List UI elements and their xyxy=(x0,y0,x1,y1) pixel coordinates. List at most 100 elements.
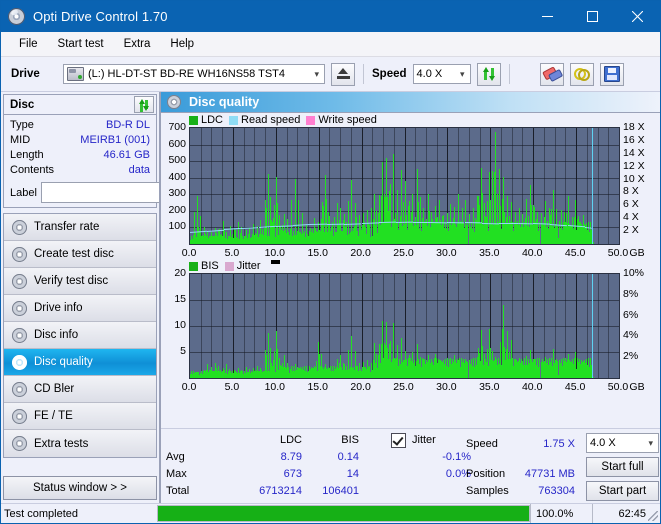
y-tick-label: 500 xyxy=(168,154,186,167)
menu-help[interactable]: Help xyxy=(160,35,204,53)
sidebar-item-drive-info[interactable]: Drive info xyxy=(4,295,156,322)
test-speed-value: 4.0 X xyxy=(590,437,616,449)
disc-panel-header: Disc xyxy=(4,95,156,115)
chart-top-xaxis: 0.0 5.0 10.0 15.0 20.0 25.0 30.0 35.0 40.0 45.0 50… xyxy=(182,245,645,259)
chart-bottom-plot[interactable] xyxy=(189,273,620,379)
y-tick-label: 5 xyxy=(180,345,186,357)
disc-icon xyxy=(12,219,27,235)
refresh-button[interactable] xyxy=(476,62,501,86)
legend-write-speed: Write speed xyxy=(306,114,377,126)
sidebar-item-label: CD Bler xyxy=(34,383,75,395)
disc-icon xyxy=(12,273,27,289)
disc-refresh-button[interactable] xyxy=(134,96,154,113)
legend-label: Write speed xyxy=(318,114,377,126)
stats-jitter-max: 0.0% xyxy=(445,468,471,480)
disc-panel: Disc Type BD-R DL MID MEIRB1 (001) Lengt… xyxy=(3,94,246,208)
chevron-down-icon: ▾ xyxy=(459,68,465,79)
legend-bis: BIS xyxy=(189,260,219,272)
stats-samples-label: Samples xyxy=(466,485,509,497)
menu-extra[interactable]: Extra xyxy=(114,35,161,53)
sidebar-item-label: Disc quality xyxy=(34,356,93,368)
y-tick-label: 200 xyxy=(168,203,186,216)
sidebar-item-label: Verify test disc xyxy=(34,275,109,287)
start-part-button[interactable]: Start part xyxy=(586,481,659,501)
start-full-button[interactable]: Start full xyxy=(586,457,659,477)
chain-icon xyxy=(573,67,590,81)
app-disc-icon xyxy=(8,8,25,25)
y2-tick-label: 10 X xyxy=(623,172,645,185)
sidebar-item-cd-bler[interactable]: CD Bler xyxy=(4,376,156,403)
sidebar-item-label: Extra tests xyxy=(34,437,89,450)
x-axis-unit: GB xyxy=(629,247,645,259)
y2-tick-label: 10% xyxy=(623,267,645,279)
disc-row-length: Length 46.61 GB xyxy=(10,148,150,163)
disc-icon xyxy=(12,408,27,424)
content-area: Disc quality LDC Read speed Write speed … xyxy=(159,92,660,503)
toolbar-divider-2 xyxy=(508,64,510,84)
link-button[interactable] xyxy=(569,62,594,86)
maximize-button[interactable] xyxy=(570,1,615,32)
resize-grip-icon[interactable] xyxy=(648,511,658,521)
progress-bar xyxy=(157,505,530,522)
disc-value-mid: MEIRB1 (001) xyxy=(80,134,150,146)
y2-tick-label: 4% xyxy=(623,329,639,342)
close-button[interactable] xyxy=(615,1,660,32)
sidebar-item-label: FE / TE xyxy=(34,410,73,422)
save-button[interactable] xyxy=(599,62,624,86)
chart-top-plot[interactable] xyxy=(189,127,620,245)
scale-marker-icon xyxy=(270,260,280,264)
toolbar-divider-1 xyxy=(363,64,364,84)
minimize-button[interactable] xyxy=(525,1,570,32)
y-tick-label: 15 xyxy=(174,293,186,305)
sidebar-item-transfer-rate[interactable]: Transfer rate xyxy=(4,214,156,241)
stats-position-value: 47731 MB xyxy=(524,468,575,480)
sidebar-item-label: Create test disc xyxy=(34,248,114,260)
status-bar: Test completed 100.0% 62:45 xyxy=(1,503,660,523)
stats-bis-total: 106401 xyxy=(322,485,359,497)
eject-icon xyxy=(336,68,350,80)
legend-label: Jitter xyxy=(236,260,261,272)
speed-select[interactable]: 4.0 X ▾ xyxy=(412,64,471,84)
sidebar-item-extra-tests[interactable]: Extra tests xyxy=(4,430,156,457)
sidebar-item-create-test-disc[interactable]: Create test disc xyxy=(4,241,156,268)
y-tick-label: 20 xyxy=(174,267,186,279)
sidebar-item-verify-test-disc[interactable]: Verify test disc xyxy=(4,268,156,295)
sidebar-item-label: Transfer rate xyxy=(34,221,100,233)
disc-value-type: BD-R DL xyxy=(105,119,150,131)
disc-row-mid: MID MEIRB1 (001) xyxy=(10,133,150,148)
legend-label: LDC xyxy=(201,114,224,126)
jitter-checkbox[interactable] xyxy=(391,433,406,448)
x-tick-label: 20.0 xyxy=(350,381,371,393)
refresh-icon xyxy=(482,67,496,81)
y-tick-label: 10 xyxy=(174,319,186,331)
sidebar-item-fe-te[interactable]: FE / TE xyxy=(4,403,156,430)
menu-start-test[interactable]: Start test xyxy=(48,35,114,53)
y-tick-label: 300 xyxy=(168,187,186,200)
test-speed-select[interactable]: 4.0 X ▾ xyxy=(586,433,659,453)
sidebar: Disc Type BD-R DL MID MEIRB1 (001) Lengt… xyxy=(1,92,246,503)
stats-jitter-avg: -0.1% xyxy=(442,451,471,463)
chart-bottom: 5 10 15 20 2% 4% 6% 8% 10% 0.0 5.0 10.0 15.0 20.0 25… xyxy=(174,267,644,393)
disc-value-contents: data xyxy=(128,164,150,176)
drive-select[interactable]: (L:) HL-DT-ST BD-RE WH16NS58 TST4 ▾ xyxy=(63,64,325,84)
legend-swatch-icon xyxy=(306,115,316,125)
drive-select-value: (L:) HL-DT-ST BD-RE WH16NS58 TST4 xyxy=(88,68,286,80)
erase-button[interactable] xyxy=(539,62,564,86)
sidebar-item-disc-info[interactable]: Disc info xyxy=(4,322,156,349)
drive-label: Drive xyxy=(11,68,40,80)
window-controls xyxy=(525,1,660,32)
sidebar-nav: Transfer rate Create test disc Verify te… xyxy=(3,213,157,458)
stats-row-avg: Avg xyxy=(166,451,185,463)
x-tick-label: 0.0 xyxy=(181,247,197,259)
sidebar-item-disc-quality[interactable]: Disc quality xyxy=(4,349,156,376)
menu-file[interactable]: File xyxy=(9,35,48,53)
disc-key-contents: Contents xyxy=(10,164,55,176)
progress-percent: 100.0% xyxy=(530,504,592,523)
floppy-save-icon xyxy=(603,66,620,82)
disc-icon xyxy=(12,354,27,370)
stats-ldc-avg: 8.79 xyxy=(280,451,302,463)
status-window-button[interactable]: Status window > > xyxy=(3,476,157,500)
eject-button[interactable] xyxy=(331,62,355,86)
chart-top: 100 200 300 400 500 600 700 2 X4 X6 X8 X 10 X 12… xyxy=(168,121,645,259)
